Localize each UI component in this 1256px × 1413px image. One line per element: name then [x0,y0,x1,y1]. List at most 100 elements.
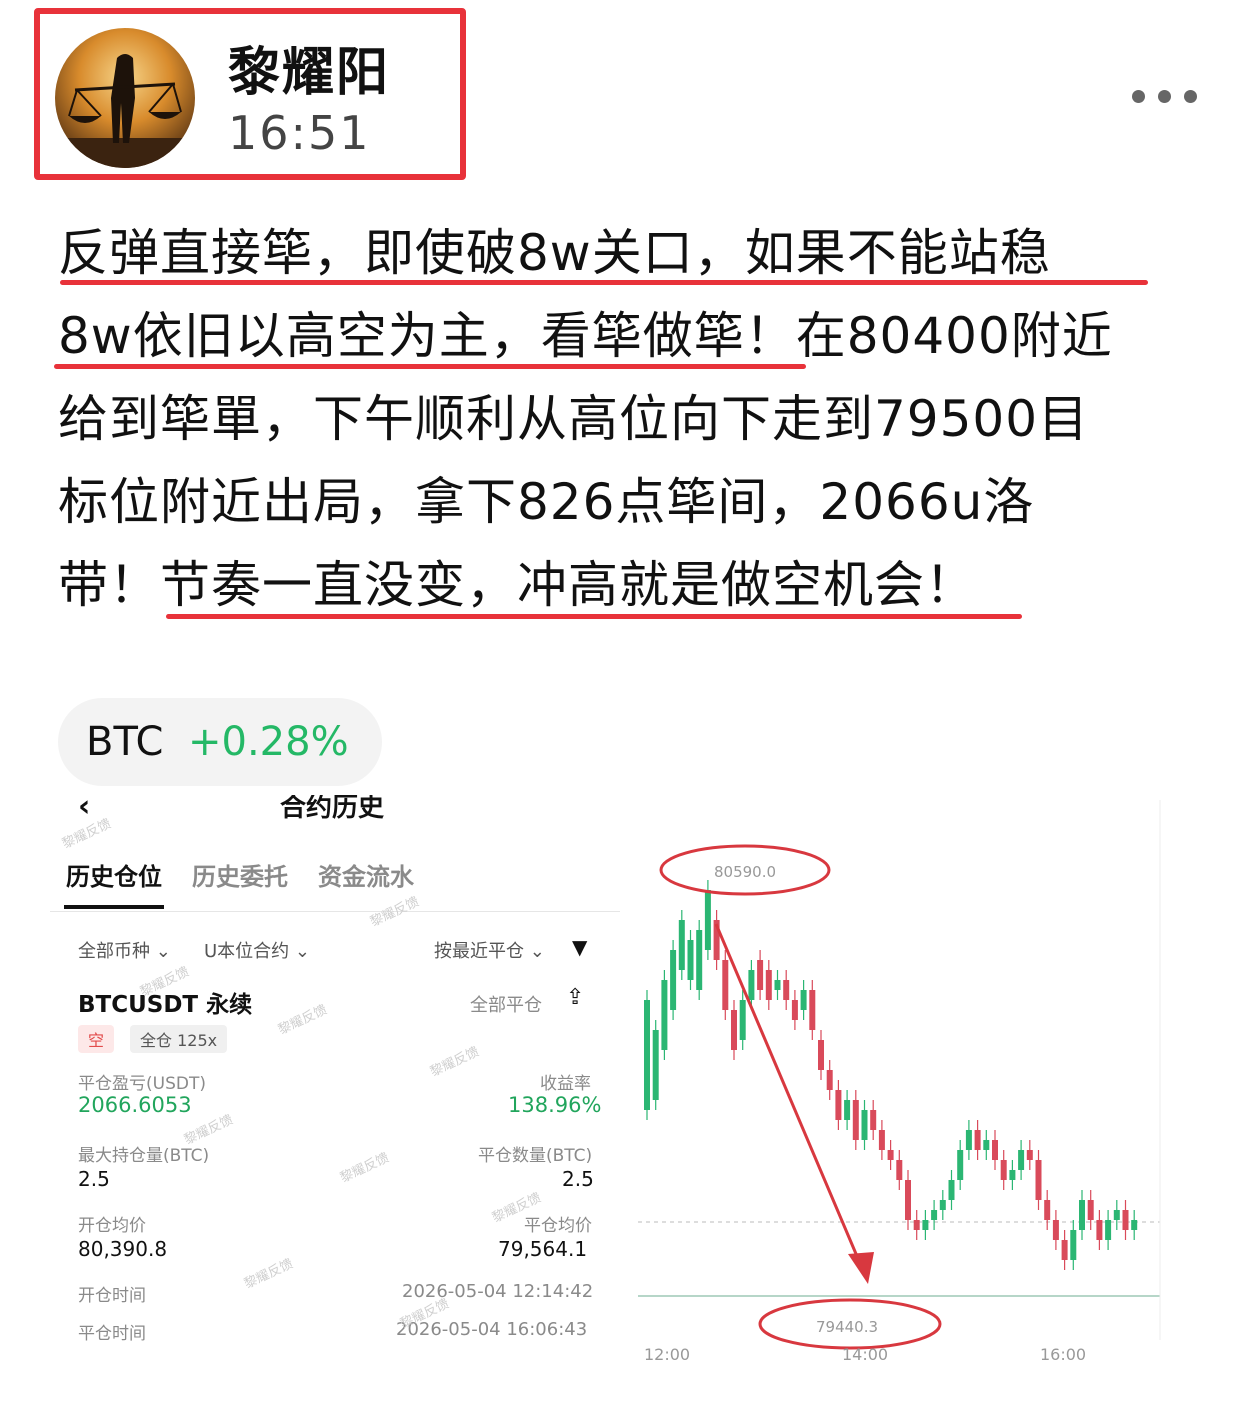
ticker-symbol: BTC [86,719,164,765]
watermark: 黎耀反馈 [242,1256,296,1293]
candle-body [644,1000,650,1110]
candle-body [1131,1220,1138,1230]
high-label: 80590.0 [714,863,776,881]
candle-body [783,980,790,1000]
candle-body [696,930,703,990]
red-underline [54,364,806,369]
candle-body [957,1150,964,1180]
low-label: 79440.3 [816,1318,878,1336]
post-time: 16:51 [228,106,371,160]
watermark: 黎耀反馈 [338,1150,392,1187]
candle-body [1087,1200,1094,1220]
candle-body [992,1140,998,1160]
candle-body [678,920,685,970]
watermark: 黎耀反馈 [276,1002,330,1039]
candle-body [757,960,764,990]
close-avg-value: 79,564.1 [498,1237,588,1261]
candle-body [704,890,711,950]
contract-history-panel: ‹ 合约历史 历史仓位 历史委托 资金流水 全部币种 ⌄ U本位合约 ⌄ 按最近… [50,795,620,1365]
candle-body [818,1040,824,1070]
candle-body [791,1000,798,1020]
candle-body [878,1130,885,1150]
pnl-label: 平仓盈亏(USDT) [78,1074,206,1094]
candle-body [948,1180,955,1200]
more-options-icon[interactable] [1130,86,1200,108]
post-body: 反弹直接筚，即使破8w关口，如果不能站稳 8w依旧以高空为主，看筚做筚！在804… [58,212,1218,627]
x-tick: 14:00 [842,1345,888,1364]
filter-contract[interactable]: U本位合约 ⌄ [204,937,310,963]
candle-body [1018,1150,1025,1170]
candle-body [1070,1230,1077,1260]
close-time-label: 平仓时间 [78,1324,146,1344]
candle-body [1122,1210,1129,1230]
candle-body [826,1070,833,1090]
avatar[interactable] [55,28,195,168]
close-all-button[interactable]: 全部平仓 [470,991,542,1017]
candle-body [1000,1160,1007,1180]
watermark: 黎耀反馈 [428,1044,482,1081]
candle-body [765,970,772,1000]
tab-funds[interactable]: 资金流水 [318,857,414,892]
candle-body [739,1000,746,1040]
trend-arrow-head [848,1252,874,1284]
candle-body [774,980,781,990]
red-underline [166,614,1022,619]
side-badge: 空 [78,1025,115,1053]
price-chart: 80590.0 79440.3 12:00 14:00 16:00 [630,800,1206,1370]
tab-orders[interactable]: 历史委托 [192,857,288,892]
candle-body [870,1110,877,1130]
active-tab-indicator [64,905,164,909]
margin-badge: 全仓 125x [130,1025,228,1053]
pnl-value: 2066.6053 [78,1093,192,1117]
sort-dropdown[interactable]: 按最近平仓 ⌄ [434,937,545,963]
divider [50,911,620,912]
max-pos-value: 2.5 [78,1167,110,1191]
share-icon[interactable]: ⇪ [566,985,584,1010]
candle-body [722,960,729,1010]
candle-body [1009,1170,1016,1180]
candle-body [1052,1220,1059,1240]
candle-body [661,980,668,1050]
roi-label: 收益率 [540,1074,591,1094]
candle-body [861,1110,868,1140]
open-avg-label: 开仓均价 [78,1216,146,1236]
author-name[interactable]: 黎耀阳 [228,30,390,105]
x-tick: 12:00 [644,1345,690,1364]
candle-body [809,990,816,1030]
candle-body [835,1090,842,1120]
candle-body [1079,1200,1085,1230]
watermark: 黎耀反馈 [368,894,422,931]
candle-body [922,1220,929,1230]
ticker-change: +0.28% [188,719,349,765]
candle-body [800,990,807,1010]
red-underline [60,280,1148,285]
candle-body [748,970,755,1000]
post-line: 标位附近出局，拿下826点筚间，2066u洛 [58,473,1035,531]
candle-body [887,1150,894,1160]
chart-svg: 80590.0 79440.3 12:00 14:00 16:00 [638,800,1161,1364]
tab-positions[interactable]: 历史仓位 [66,857,162,892]
x-tick: 16:00 [1040,1345,1086,1364]
close-avg-label: 平仓均价 [524,1216,592,1236]
open-time-label: 开仓时间 [78,1286,146,1306]
ticker-chip[interactable]: BTC +0.28% [58,698,382,786]
candle-body [844,1100,851,1120]
candle-body [1061,1240,1068,1260]
open-avg-value: 80,390.8 [78,1237,168,1261]
candle-body [896,1160,903,1180]
candle-body [939,1200,946,1210]
candle-body [652,1030,659,1100]
candle-body [913,1220,920,1230]
candle-body [974,1130,981,1150]
candle-body [905,1180,911,1220]
filter-coin[interactable]: 全部币种 ⌄ [78,937,171,963]
candle-body [931,1210,938,1220]
candle-body [670,950,677,1010]
candle-body [852,1100,859,1140]
filter-icon[interactable]: ▼ [572,935,587,959]
candle-body [965,1130,972,1150]
post-line: 给到筚單，下午顺利从高位向下走到79500目 [58,390,1090,448]
candle-body [1105,1220,1112,1240]
close-qty-value: 2.5 [562,1167,594,1191]
history-title: 合约历史 [280,795,385,823]
